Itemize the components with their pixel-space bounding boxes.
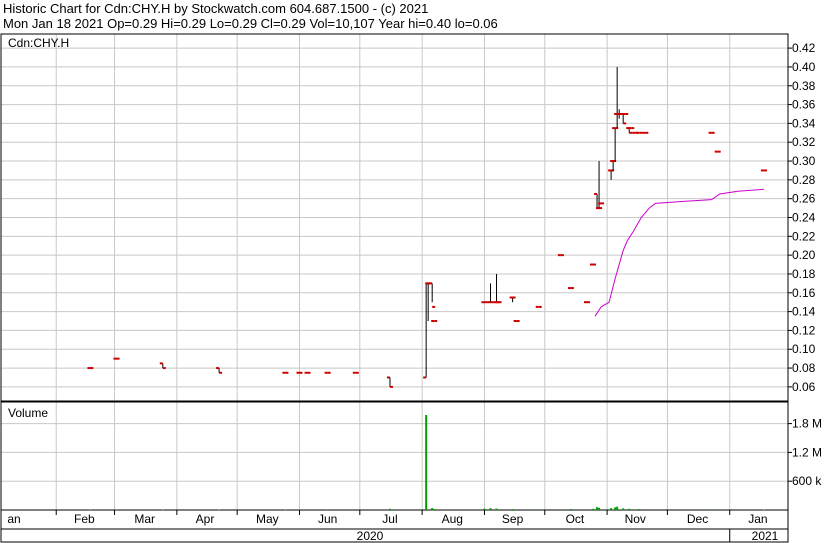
year-tick-label: 2021 [752,529,779,543]
month-axis: an Feb Mar Apr May Jun Jul Aug Sep Oct Nov Dec Jan [7,510,768,526]
price-tick-label: 0.36 [792,98,816,112]
volume-axis: 1.8 M 1.2 M 600 k [788,417,822,488]
price-tick-label: 0.18 [792,267,816,281]
symbol-label: Cdn:CHY.H [8,36,69,50]
price-bars [87,66,767,388]
year-axis-band [0,528,789,543]
year-axis: 2020 2021 [357,529,779,543]
stock-chart: Cdn:CHY.H Volume 0.42 0.40 0.38 0.36 0.34 0.3… [0,33,822,543]
month-tick-label: Aug [442,512,463,526]
price-tick-label: 0.10 [792,342,816,356]
month-tick-label: Oct [566,512,585,526]
price-tick-label: 0.42 [792,41,816,55]
price-tick-label: 0.22 [792,229,816,243]
price-bar [620,112,627,125]
price-tick-label: 0.16 [792,286,816,300]
volume-panel-frame [0,401,789,511]
month-tick-label: an [7,512,20,526]
price-tick-label: 0.26 [792,192,816,206]
volume-bars [89,414,765,510]
volume-label: Volume [8,406,48,420]
volume-tick-label: 1.8 M [792,417,822,431]
month-tick-label: Jul [382,512,397,526]
price-bar [386,376,393,388]
price-axis: 0.42 0.40 0.38 0.36 0.34 0.32 0.30 0.28 0.26 0.24… [788,41,816,394]
volume-grid [1,402,788,510]
volume-tick-label: 600 k [792,474,822,488]
price-bar [429,282,436,308]
month-tick-label: Jun [318,512,337,526]
month-tick-label: Dec [687,512,708,526]
month-tick-label: Feb [74,512,95,526]
price-tick-label: 0.34 [792,116,816,130]
price-bar [614,66,621,129]
month-tick-label: Apr [196,512,215,526]
price-bar [216,367,223,374]
volume-tick-label: 1.2 M [792,445,822,459]
price-tick-label: 0.28 [792,173,816,187]
price-tick-label: 0.14 [792,305,816,319]
price-tick-label: 0.06 [792,380,816,394]
price-bar [608,169,615,180]
price-tick-label: 0.30 [792,154,816,168]
price-tick-label: 0.32 [792,135,816,149]
month-tick-label: Jan [748,512,767,526]
price-bar [612,127,619,162]
price-bar [610,160,617,171]
price-tick-label: 0.08 [792,361,816,375]
price-tick-label: 0.12 [792,323,816,337]
price-tick-label: 0.24 [792,211,816,225]
month-tick-label: Sep [502,512,524,526]
price-tick-label: 0.40 [792,60,816,74]
year-tick-label: 2020 [357,529,384,543]
price-tick-label: 0.38 [792,79,816,93]
price-bar [159,362,166,370]
price-bar [493,273,500,304]
price-tick-label: 0.20 [792,248,816,262]
month-tick-label: Nov [625,512,646,526]
price-bar [509,296,516,303]
price-grid [1,34,788,401]
month-tick-label: Mar [134,512,155,526]
month-tick-label: May [256,512,279,526]
moving-average-line [594,188,764,317]
